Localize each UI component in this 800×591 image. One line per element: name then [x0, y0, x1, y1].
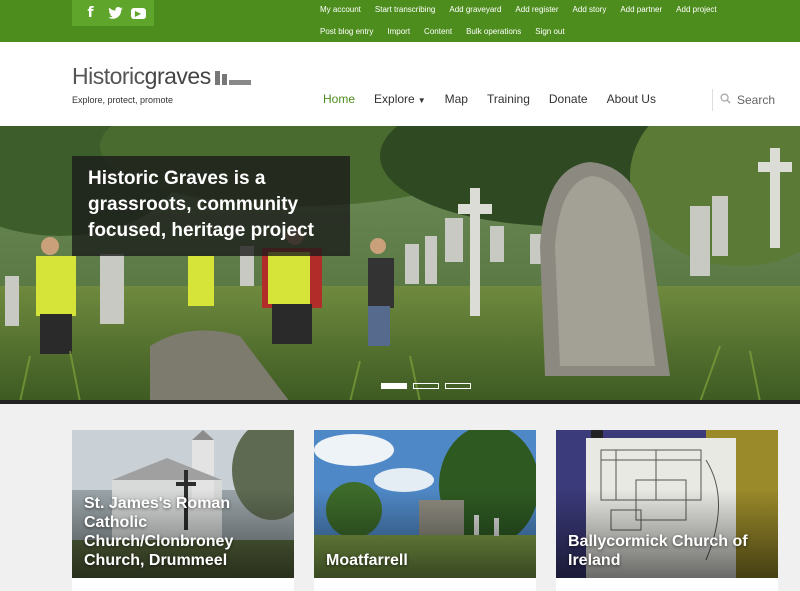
youtube-icon[interactable]: ▶	[130, 7, 146, 19]
slider-dot-2[interactable]	[413, 383, 439, 389]
nav-home[interactable]: Home	[323, 92, 355, 106]
hero-bottom-border	[0, 400, 800, 404]
card-title: Ballycormick Church of Ireland	[568, 533, 748, 569]
nav-explore-label: Explore	[374, 92, 415, 106]
search-icon-shape	[720, 93, 731, 104]
logo-text-historic: Historic	[72, 63, 145, 89]
admin-links-row-1: My account Start transcribing Add gravey…	[320, 0, 790, 18]
card-footer	[72, 578, 294, 591]
logo-text: Historicgraves	[72, 64, 211, 88]
add-project-link[interactable]: Add project	[676, 5, 716, 14]
add-register-link[interactable]: Add register	[515, 5, 558, 14]
card-footer	[556, 578, 778, 591]
hero-slider: Historic Graves is a grassroots, communi…	[0, 126, 800, 402]
nav-map[interactable]: Map	[445, 92, 468, 106]
chevron-down-icon: ▼	[417, 96, 426, 105]
nav-explore[interactable]: Explore ▼	[374, 92, 426, 106]
site-header: Historicgraves Explore, protect, promote…	[0, 42, 800, 126]
graveyard-card-st-james[interactable]: St. James's Roman Catholic Church/Clonbr…	[72, 430, 294, 578]
logo-text-graves: graves	[144, 63, 212, 89]
site-tagline: Explore, protect, promote	[72, 95, 174, 105]
start-transcribing-link[interactable]: Start transcribing	[375, 5, 435, 14]
nav-training[interactable]: Training	[487, 92, 530, 106]
slider-pagination	[381, 383, 477, 389]
my-account-link[interactable]: My account	[320, 5, 361, 14]
nav-about-us[interactable]: About Us	[607, 92, 656, 106]
twitter-bird-shape	[108, 7, 123, 19]
post-blog-entry-link[interactable]: Post blog entry	[320, 27, 373, 36]
search-label: Search	[737, 93, 776, 107]
search-icon	[720, 93, 731, 107]
add-story-link[interactable]: Add story	[573, 5, 607, 14]
hero-headline: Historic Graves is a grassroots, communi…	[72, 156, 350, 256]
graveyard-card-ballycormick[interactable]: Ballycormick Church of Ireland	[556, 430, 778, 578]
card-footer	[314, 578, 536, 591]
top-bar: f ▶ My account Start transcribing Add gr…	[0, 0, 800, 42]
social-links: f ▶	[72, 0, 154, 26]
logo-bar	[221, 74, 227, 85]
bulk-operations-link[interactable]: Bulk operations	[466, 27, 521, 36]
main-nav: Home Explore ▼ Map Training Donate About …	[323, 92, 675, 106]
slider-dot-3[interactable]	[445, 383, 471, 389]
add-graveyard-link[interactable]: Add graveyard	[449, 5, 501, 14]
graveyard-card-moatfarrell[interactable]: Moatfarrell	[314, 430, 536, 578]
sign-out-link[interactable]: Sign out	[535, 27, 564, 36]
add-partner-link[interactable]: Add partner	[620, 5, 662, 14]
card-title: Moatfarrell	[326, 552, 408, 569]
admin-links-row-2: Post blog entry Import Content Bulk oper…	[320, 22, 790, 40]
import-link[interactable]: Import	[387, 27, 410, 36]
slider-dot-1[interactable]	[381, 383, 407, 389]
logo-bar	[214, 71, 220, 85]
logo-bar	[228, 80, 251, 85]
nav-donate[interactable]: Donate	[549, 92, 588, 106]
content-link[interactable]: Content	[424, 27, 452, 36]
admin-links: My account Start transcribing Add gravey…	[320, 0, 790, 40]
gravestones-logo-icon	[214, 71, 253, 85]
card-title: St. James's Roman Catholic Church/Clonbr…	[84, 495, 234, 569]
facebook-icon[interactable]: f	[81, 5, 101, 21]
site-logo[interactable]: Historicgraves	[72, 62, 253, 88]
search-box[interactable]: Search	[712, 89, 775, 111]
twitter-icon[interactable]	[106, 5, 126, 21]
